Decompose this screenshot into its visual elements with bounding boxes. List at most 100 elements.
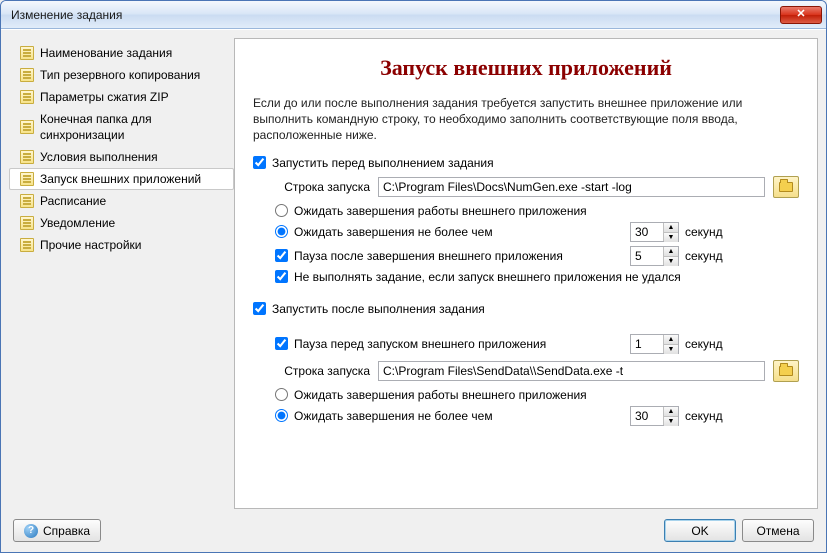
titlebar[interactable]: Изменение задания ✕	[1, 1, 826, 29]
seconds-unit: секунд	[685, 225, 723, 239]
before-enable-checkbox[interactable]	[253, 156, 266, 169]
before-wait-full-radio[interactable]	[275, 204, 288, 217]
document-icon	[20, 150, 34, 164]
after-enable-label: Запустить после выполнения задания	[272, 302, 485, 316]
sidebar-item[interactable]: Уведомление	[9, 212, 234, 234]
intro-text: Если до или после выполнения задания тре…	[253, 95, 799, 144]
after-cmd-row: Строка запуска	[275, 360, 799, 382]
sidebar-item[interactable]: Тип резервного копирования	[9, 64, 234, 86]
spin-up-icon[interactable]: ▲	[664, 335, 678, 345]
after-cmd-input[interactable]	[378, 361, 765, 381]
document-icon	[20, 46, 34, 60]
spin-down-icon[interactable]: ▼	[664, 257, 678, 266]
sidebar-item-label: Конечная папка для синхронизации	[40, 111, 227, 143]
document-icon	[20, 238, 34, 252]
sidebar: Наименование задания Тип резервного копир…	[9, 38, 234, 509]
before-wait-limited-label: Ожидать завершения не более чем	[294, 225, 624, 239]
after-wait-seconds-spinner[interactable]: ▲▼	[630, 406, 679, 426]
before-pause-after-checkbox[interactable]	[275, 249, 288, 262]
spin-down-icon[interactable]: ▼	[664, 345, 678, 354]
after-enable-checkbox[interactable]	[253, 302, 266, 315]
after-wait-seconds-input[interactable]	[631, 409, 663, 423]
spinner-buttons[interactable]: ▲▼	[663, 247, 678, 265]
before-enable-row: Запустить перед выполнением задания	[253, 156, 799, 170]
sidebar-item-label: Расписание	[40, 193, 106, 209]
spin-up-icon[interactable]: ▲	[664, 247, 678, 257]
close-button[interactable]: ✕	[780, 6, 822, 24]
before-pause-seconds-spinner[interactable]: ▲▼	[630, 246, 679, 266]
spin-down-icon[interactable]: ▼	[664, 233, 678, 242]
before-cmd-row: Строка запуска	[275, 176, 799, 198]
before-pause-after-label: Пауза после завершения внешнего приложен…	[294, 249, 624, 263]
cancel-button[interactable]: Отмена	[742, 519, 814, 542]
sidebar-item[interactable]: Расписание	[9, 190, 234, 212]
sidebar-item[interactable]: Параметры сжатия ZIP	[9, 86, 234, 108]
dialog-window: Изменение задания ✕ Наименование задания…	[0, 0, 827, 553]
spinner-buttons[interactable]: ▲▼	[663, 335, 678, 353]
sidebar-item-label: Тип резервного копирования	[40, 67, 200, 83]
seconds-unit: секунд	[685, 249, 723, 263]
content-panel: Запуск внешних приложений Если до или по…	[234, 38, 818, 509]
sidebar-item[interactable]: Запуск внешних приложений	[9, 168, 234, 190]
after-wait-full-label: Ожидать завершения работы внешнего прило…	[294, 388, 587, 402]
sidebar-item-label: Условия выполнения	[40, 149, 158, 165]
sidebar-item-label: Прочие настройки	[40, 237, 141, 253]
spin-down-icon[interactable]: ▼	[664, 417, 678, 426]
sidebar-item[interactable]: Конечная папка для синхронизации	[9, 108, 234, 146]
sidebar-item[interactable]: Наименование задания	[9, 42, 234, 64]
after-browse-button[interactable]	[773, 360, 799, 382]
spinner-buttons[interactable]: ▲▼	[663, 223, 678, 241]
spin-up-icon[interactable]: ▲	[664, 407, 678, 417]
before-wait-limited-row: Ожидать завершения не более чем ▲▼ секун…	[275, 222, 799, 242]
after-cmd-label: Строка запуска	[275, 364, 370, 378]
window-title: Изменение задания	[11, 8, 780, 22]
before-abort-checkbox[interactable]	[275, 270, 288, 283]
sidebar-item[interactable]: Прочие настройки	[9, 234, 234, 256]
document-icon	[20, 194, 34, 208]
before-wait-limited-radio[interactable]	[275, 225, 288, 238]
sidebar-item-label: Параметры сжатия ZIP	[40, 89, 169, 105]
after-enable-row: Запустить после выполнения задания	[253, 302, 799, 316]
help-icon: ?	[24, 524, 38, 538]
before-enable-label: Запустить перед выполнением задания	[272, 156, 494, 170]
after-pause-before-row: Пауза перед запуском внешнего приложения…	[275, 334, 799, 354]
sidebar-item-label: Запуск внешних приложений	[40, 171, 201, 187]
folder-icon	[779, 182, 793, 192]
page-title: Запуск внешних приложений	[253, 55, 799, 81]
after-wait-limited-radio[interactable]	[275, 409, 288, 422]
seconds-unit: секунд	[685, 409, 723, 423]
before-wait-seconds-spinner[interactable]: ▲▼	[630, 222, 679, 242]
before-browse-button[interactable]	[773, 176, 799, 198]
after-pause-seconds-spinner[interactable]: ▲▼	[630, 334, 679, 354]
after-pause-before-label: Пауза перед запуском внешнего приложения	[294, 337, 624, 351]
after-wait-limited-row: Ожидать завершения не более чем ▲▼ секун…	[275, 406, 799, 426]
after-wait-full-radio[interactable]	[275, 388, 288, 401]
before-pause-after-row: Пауза после завершения внешнего приложен…	[275, 246, 799, 266]
before-wait-full-label: Ожидать завершения работы внешнего прило…	[294, 204, 587, 218]
after-pause-seconds-input[interactable]	[631, 337, 663, 351]
before-cmd-label: Строка запуска	[275, 180, 370, 194]
after-wait-limited-label: Ожидать завершения не более чем	[294, 409, 624, 423]
spinner-buttons[interactable]: ▲▼	[663, 407, 678, 425]
document-icon	[20, 216, 34, 230]
before-cmd-input[interactable]	[378, 177, 765, 197]
document-icon	[20, 68, 34, 82]
main-area: Наименование задания Тип резервного копир…	[1, 30, 826, 509]
spin-up-icon[interactable]: ▲	[664, 223, 678, 233]
folder-icon	[779, 366, 793, 376]
footer: ? Справка OK Отмена	[1, 509, 826, 552]
sidebar-item-label: Уведомление	[40, 215, 115, 231]
help-button[interactable]: ? Справка	[13, 519, 101, 542]
document-icon	[20, 90, 34, 104]
before-pause-seconds-input[interactable]	[631, 249, 663, 263]
sidebar-item-label: Наименование задания	[40, 45, 172, 61]
before-abort-label: Не выполнять задание, если запуск внешне…	[294, 270, 681, 284]
after-pause-before-checkbox[interactable]	[275, 337, 288, 350]
before-wait-seconds-input[interactable]	[631, 225, 663, 239]
before-wait-full-row: Ожидать завершения работы внешнего прило…	[275, 204, 799, 218]
seconds-unit: секунд	[685, 337, 723, 351]
sidebar-item[interactable]: Условия выполнения	[9, 146, 234, 168]
after-wait-full-row: Ожидать завершения работы внешнего прило…	[275, 388, 799, 402]
ok-button[interactable]: OK	[664, 519, 736, 542]
window-body: Наименование задания Тип резервного копир…	[1, 29, 826, 552]
